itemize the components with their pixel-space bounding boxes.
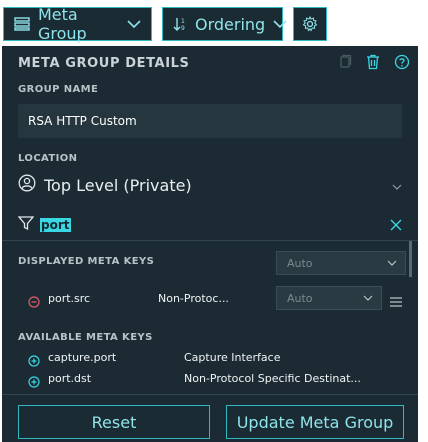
- chevron-down-icon: [273, 19, 287, 29]
- displayed-key-description: Non-Protoc...: [158, 292, 229, 305]
- update-meta-group-button[interactable]: Update Meta Group: [226, 405, 404, 439]
- available-key-name: capture.port: [48, 351, 117, 364]
- group-name-input[interactable]: RSA HTTP Custom: [18, 104, 402, 138]
- meta-key-filter[interactable]: port: [17, 214, 402, 236]
- location-select[interactable]: Top Level (Private): [18, 171, 402, 199]
- meta-group-label: Meta Group: [38, 5, 87, 43]
- chevron-down-icon: [392, 176, 402, 195]
- settings-button[interactable]: [293, 7, 327, 41]
- filter-icon: [17, 215, 35, 235]
- panel-header: META GROUP DETAILS: [2, 46, 418, 80]
- trash-icon[interactable]: [366, 54, 380, 74]
- displayed-meta-keys-label: DISPLAYED META KEYS: [18, 256, 155, 267]
- chevron-down-icon: [387, 257, 397, 270]
- toolbar: Meta Group 19 Ordering: [0, 0, 428, 48]
- remove-circle-icon[interactable]: [28, 293, 40, 312]
- displayed-keys-auto-select[interactable]: Auto: [276, 251, 406, 275]
- ordering-label: Ordering: [195, 14, 266, 34]
- location-label: LOCATION: [18, 153, 78, 164]
- group-name-label: GROUP NAME: [18, 84, 99, 95]
- svg-text:1: 1: [181, 18, 185, 25]
- gear-icon: [302, 16, 318, 32]
- location-value: Top Level (Private): [44, 175, 192, 195]
- svg-text:9: 9: [181, 25, 185, 32]
- add-circle-icon[interactable]: [28, 373, 40, 392]
- drag-handle-icon[interactable]: [390, 292, 402, 311]
- scrollbar-thumb[interactable]: [409, 241, 412, 277]
- auto-select-value: Auto: [287, 256, 313, 270]
- list-icon: [14, 16, 30, 32]
- chevron-down-icon: [127, 19, 141, 29]
- mode-select-value: Auto: [287, 291, 313, 305]
- filter-divider: [2, 240, 418, 241]
- user-circle-icon: [18, 174, 36, 196]
- ordering-button[interactable]: 19 Ordering: [162, 7, 287, 41]
- available-key-description: Non-Protocol Specific Destinat...: [184, 372, 361, 385]
- panel-header-actions: [338, 54, 410, 74]
- footer-divider: [2, 394, 418, 395]
- add-circle-icon[interactable]: [28, 352, 40, 371]
- filter-text: port: [40, 218, 71, 232]
- reset-button[interactable]: Reset: [18, 405, 210, 439]
- clear-filter-icon[interactable]: [390, 216, 402, 235]
- panel-title: META GROUP DETAILS: [18, 55, 190, 71]
- displayed-key-name: port.src: [48, 292, 91, 305]
- sort-icon: 19: [173, 16, 187, 32]
- meta-group-button[interactable]: Meta Group: [3, 5, 152, 43]
- chevron-down-icon: [363, 292, 373, 305]
- available-meta-keys-label: AVAILABLE META KEYS: [18, 332, 153, 343]
- displayed-key-mode-select[interactable]: Auto: [276, 286, 382, 310]
- copy-icon[interactable]: [338, 54, 352, 74]
- available-key-description: Capture Interface: [184, 351, 281, 364]
- help-icon[interactable]: [394, 54, 410, 74]
- meta-group-details-panel: META GROUP DETAILS GROUP NAME RSA HTTP C…: [2, 46, 418, 442]
- available-key-name: port.dst: [48, 372, 92, 385]
